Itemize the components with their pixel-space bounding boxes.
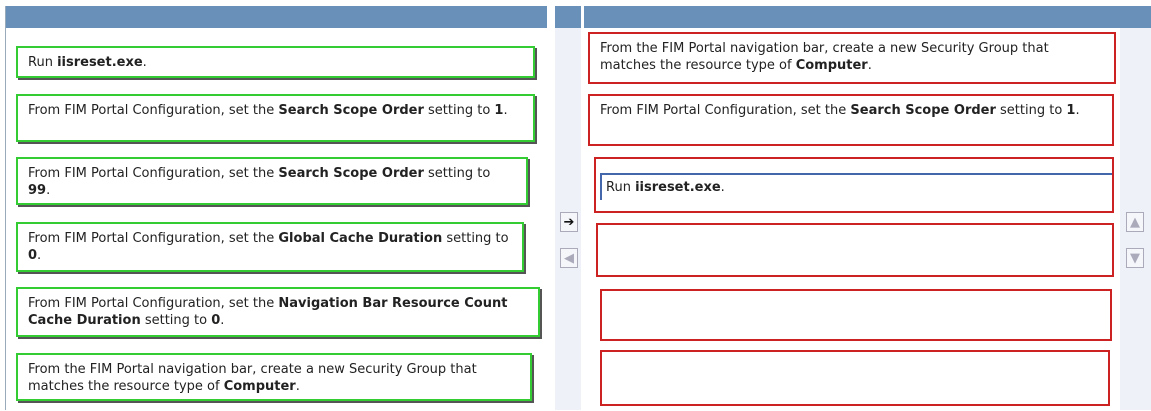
source-item[interactable]: From the FIM Portal navigation bar, crea…: [16, 353, 532, 401]
answer-slot[interactable]: [596, 223, 1114, 277]
source-item[interactable]: Run iisreset.exe.: [16, 46, 535, 78]
answer-slot[interactable]: Run iisreset.exe.: [594, 157, 1114, 213]
reorder-strip-header: [1120, 6, 1151, 28]
source-list-header: [6, 6, 547, 28]
arrow-up-icon: ▲: [1130, 214, 1140, 230]
source-item[interactable]: From FIM Portal Configuration, set the S…: [16, 157, 528, 205]
answer-slot-selected[interactable]: Run iisreset.exe.: [600, 173, 1112, 200]
source-item[interactable]: From FIM Portal Configuration, set the G…: [16, 222, 524, 272]
arrow-left-icon: ◀: [564, 250, 574, 266]
answer-slot[interactable]: [600, 350, 1110, 406]
move-down-button[interactable]: ▼: [1126, 248, 1144, 268]
source-item[interactable]: From FIM Portal Configuration, set the N…: [16, 287, 540, 337]
reorder-button-strip: [1120, 6, 1151, 410]
arrow-right-icon: ➔: [563, 214, 575, 230]
answer-slot[interactable]: [600, 289, 1112, 341]
transfer-strip-header: [555, 6, 581, 28]
move-up-button[interactable]: ▲: [1126, 212, 1144, 232]
source-item[interactable]: From FIM Portal Configuration, set the S…: [16, 94, 535, 142]
move-right-button[interactable]: ➔: [560, 212, 578, 232]
answer-list-header: [584, 6, 1120, 28]
move-left-button[interactable]: ◀: [560, 248, 578, 268]
answer-slot[interactable]: From the FIM Portal navigation bar, crea…: [588, 32, 1116, 84]
answer-slot[interactable]: From FIM Portal Configuration, set the S…: [588, 94, 1114, 146]
transfer-button-strip: [555, 6, 581, 410]
arrow-down-icon: ▼: [1130, 250, 1140, 266]
